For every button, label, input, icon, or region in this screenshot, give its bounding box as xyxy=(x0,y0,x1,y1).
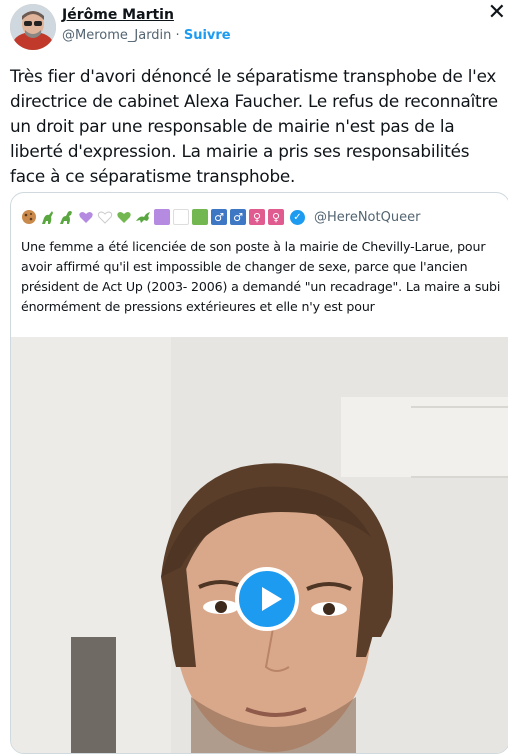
green-square-icon xyxy=(192,209,208,225)
separator-dot: · xyxy=(171,28,184,43)
quoted-handle[interactable]: @HereNotQueer xyxy=(314,210,420,225)
tweet-header: Jérôme Martin @Merome_Jardin · Suivre ✕ xyxy=(10,0,508,52)
close-icon[interactable]: ✕ xyxy=(488,0,506,25)
play-icon xyxy=(262,587,282,611)
video-thumbnail xyxy=(11,337,508,753)
follow-button[interactable]: Suivre xyxy=(184,28,231,43)
white-heart-icon xyxy=(97,209,113,225)
dinosaur-icon xyxy=(59,209,75,225)
green-heart-icon xyxy=(116,209,132,225)
verified-badge-icon: ✓ xyxy=(290,209,305,225)
play-button[interactable] xyxy=(235,567,299,631)
quoted-tweet-header: ♂ ♂ ♀ ♀ ✓ @HereNotQueer xyxy=(21,207,420,227)
quoted-tweet[interactable]: ♂ ♂ ♀ ♀ ✓ @HereNotQueer Une femme a été … xyxy=(10,192,508,754)
dinosaur-icon xyxy=(40,209,56,225)
author-handle[interactable]: @Merome_Jardin xyxy=(62,28,171,43)
cookie-icon xyxy=(21,209,37,225)
white-square-icon xyxy=(173,209,189,225)
female-sign-icon: ♀ xyxy=(249,209,265,225)
male-sign-icon: ♂ xyxy=(211,209,227,225)
purple-square-icon xyxy=(154,209,170,225)
avatar[interactable] xyxy=(10,4,56,50)
video-player[interactable] xyxy=(11,337,508,753)
author-subline: @Merome_Jardin · Suivre xyxy=(62,28,231,43)
male-sign-icon: ♂ xyxy=(230,209,246,225)
quoted-tweet-text: Une femme a été licenciée de son poste à… xyxy=(21,239,501,314)
dragon-icon xyxy=(135,209,151,225)
purple-heart-icon xyxy=(78,209,94,225)
author-name[interactable]: Jérôme Martin xyxy=(62,7,174,23)
tweet-text: Très fier d'avori dénoncé le séparatisme… xyxy=(10,66,498,186)
female-sign-icon: ♀ xyxy=(268,209,284,225)
